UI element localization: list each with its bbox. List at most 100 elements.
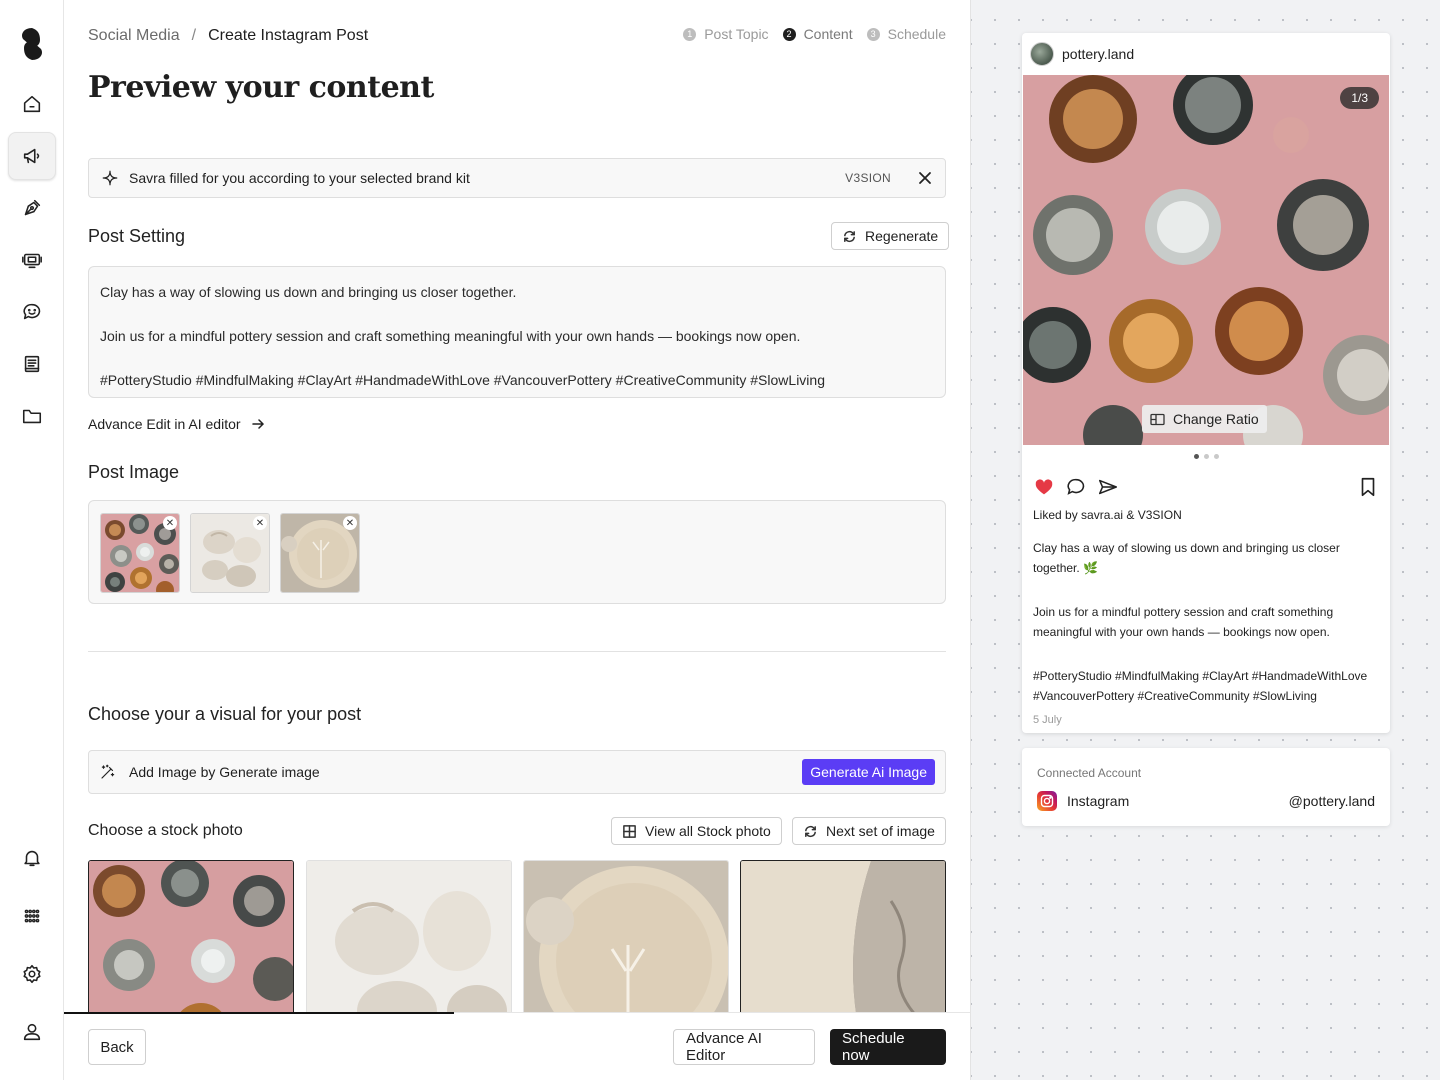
sidebar-item-video[interactable] [8,236,56,284]
caption-line: Join us for a mindful pottery session an… [100,328,801,344]
instagram-post-preview: pottery.land 1/3 Change Ratio Liked by s… [1022,33,1390,733]
post-setting-title: Post Setting [88,226,186,246]
sidebar-item-home[interactable] [8,80,56,128]
app-logo[interactable] [18,26,46,62]
settings-icon [23,964,41,984]
back-button[interactable]: Back [88,1029,146,1065]
close-icon[interactable] [917,170,933,186]
advance-ai-editor-button[interactable]: Advance AI Editor [673,1029,815,1065]
stock-title: Choose a stock photo [88,822,243,839]
instagram-icon [1037,791,1057,811]
schedule-now-button[interactable]: Schedule now [830,1029,946,1065]
sidebar [0,0,64,1080]
bowls-image [1023,75,1389,445]
aspect-ratio-icon [1150,413,1165,425]
generate-ai-image-button[interactable]: Generate Ai Image [802,759,935,785]
preview-panel: pottery.land 1/3 Change Ratio Liked by s… [970,0,1440,1080]
sidebar-item-library[interactable] [8,340,56,388]
post-image-thumb[interactable]: ✕ [190,513,270,593]
footer-bar: Back Advance AI Editor Schedule now [64,1012,970,1080]
stepper: 1 Post Topic 2 Content 3 Schedule [683,26,946,42]
user-icon [23,1023,41,1041]
sidebar-item-create[interactable] [8,184,56,232]
connected-account-card: Connected Account Instagram @pottery.lan… [1022,748,1390,826]
sidebar-item-chat[interactable] [8,288,56,336]
next-set-label: Next set of image [826,823,935,839]
advance-edit-label: Advance Edit in AI editor [88,416,241,432]
sidebar-item-files[interactable] [8,392,56,440]
post-date: 5 July [1033,714,1062,726]
banner-text: Savra filled for you according to your s… [129,170,470,186]
visual-title: Choose your a visual for your post [88,704,362,724]
remove-image-icon[interactable]: ✕ [163,516,177,530]
bell-icon [24,850,40,867]
step-number: 2 [782,27,796,41]
sidebar-item-profile[interactable] [8,1008,56,1056]
sidebar-item-notifications[interactable] [8,834,56,882]
send-icon[interactable] [1097,476,1119,498]
breadcrumb-separator: / [191,27,197,44]
liked-by-text: Liked by savra.ai & V3SION [1033,508,1182,522]
change-ratio-label: Change Ratio [1173,411,1259,427]
refresh-icon [805,825,816,837]
sidebar-item-apps[interactable] [8,892,56,940]
post-actions [1022,468,1390,508]
post-username: pottery.land [1062,46,1135,62]
breadcrumb-parent[interactable]: Social Media [88,27,180,45]
magic-wand-icon [101,764,115,779]
megaphone-icon [23,148,40,164]
step-label: Post Topic [704,26,769,42]
video-icon [22,253,42,269]
scroll-progress [64,1012,454,1014]
step-post-topic[interactable]: 1 Post Topic [683,26,769,42]
remove-image-icon[interactable]: ✕ [343,516,357,530]
change-ratio-button[interactable]: Change Ratio [1142,405,1267,433]
account-handle: @pottery.land [1288,793,1375,809]
bookmark-icon[interactable] [1357,476,1379,498]
folder-icon [22,409,42,424]
post-image-thumb[interactable]: ✕ [280,513,360,593]
connected-account-label: Connected Account [1037,766,1142,780]
brand-kit-name: V3SION [845,171,891,185]
view-all-stock-label: View all Stock photo [645,823,771,839]
step-label: Schedule [887,26,946,42]
caption-line: Join us for a mindful pottery session an… [1033,605,1334,639]
caption-hashtags: #PotteryStudio #MindfulMaking #ClayArt #… [100,372,825,388]
caption-line: Clay has a way of slowing us down and br… [1033,541,1340,575]
post-image-title: Post Image [88,462,180,482]
connected-account-row[interactable]: Instagram @pottery.land [1037,791,1375,811]
brand-kit-banner: Savra filled for you according to your s… [88,158,946,198]
heart-icon[interactable] [1033,476,1055,498]
step-content[interactable]: 2 Content [782,26,853,42]
post-header: pottery.land [1022,33,1390,75]
next-set-button[interactable]: Next set of image [792,817,946,845]
step-schedule[interactable]: 3 Schedule [866,26,946,42]
sidebar-item-campaigns[interactable] [8,132,56,180]
step-label: Content [803,26,853,42]
post-image-list: ✕ ✕ ✕ [88,500,946,604]
comment-icon[interactable] [1065,476,1087,498]
platform-name: Instagram [1067,793,1130,809]
section-divider [88,651,946,652]
breadcrumb-current: Create Instagram Post [208,27,369,44]
sparkle-icon [102,170,118,186]
carousel-counter: 1/3 [1340,87,1379,109]
caption-textarea[interactable]: Clay has a way of slowing us down and br… [88,266,946,398]
carousel-dot[interactable] [1213,454,1219,459]
post-image-thumb[interactable]: ✕ [100,513,180,593]
view-all-stock-button[interactable]: View all Stock photo [611,817,782,845]
carousel-dot[interactable] [1203,454,1209,459]
page-title: Preview your content [88,70,434,105]
remove-image-icon[interactable]: ✕ [253,516,267,530]
post-caption: Clay has a way of slowing us down and br… [1022,522,1390,706]
regenerate-label: Regenerate [865,228,939,244]
apps-icon [24,909,40,923]
generate-image-text: Add Image by Generate image [129,764,320,780]
advance-edit-link[interactable]: Advance Edit in AI editor [88,416,265,432]
carousel-dot[interactable] [1193,454,1199,459]
book-icon [24,355,40,373]
regenerate-button[interactable]: Regenerate [831,222,950,250]
sidebar-item-settings[interactable] [8,950,56,998]
caption-hashtags: #PotteryStudio #MindfulMaking #ClayArt #… [1033,669,1368,703]
post-image: 1/3 Change Ratio [1023,75,1389,445]
